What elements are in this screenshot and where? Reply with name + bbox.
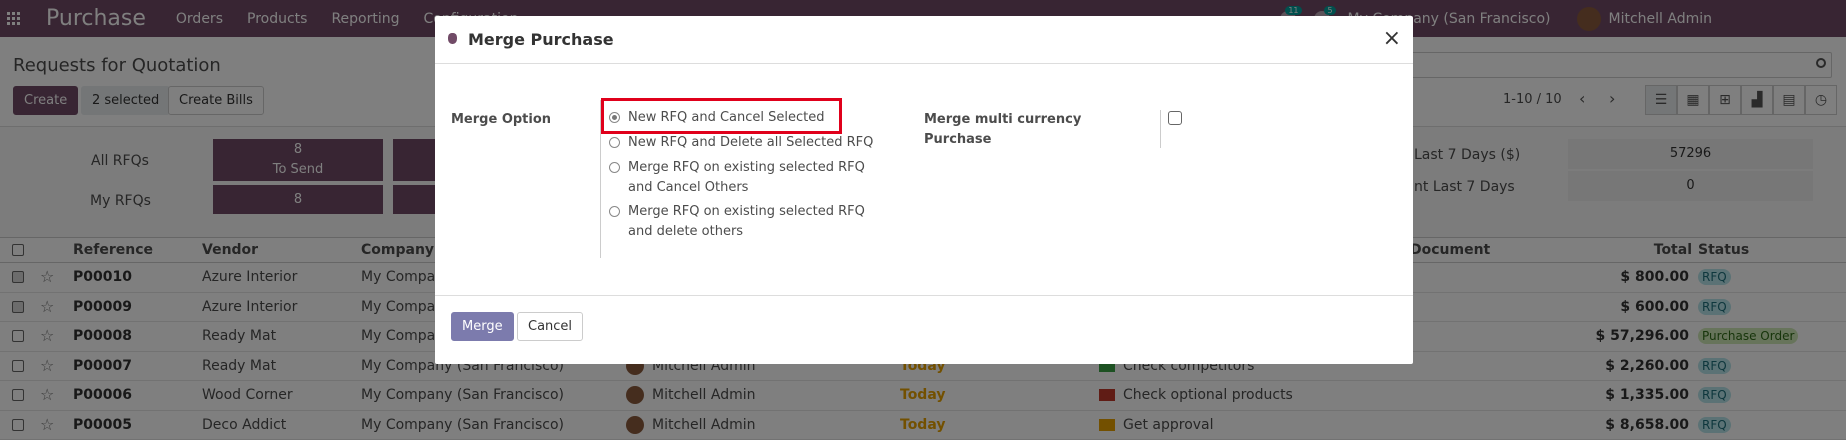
- multi-currency-label-1: Merge multi currency: [924, 112, 1082, 127]
- radio-option-3[interactable]: [609, 162, 620, 173]
- radio-option-4[interactable]: [609, 206, 620, 217]
- option-label-3b: and Cancel Others: [628, 180, 749, 195]
- option-merge-delete[interactable]: Merge RFQ on existing selected RFQ and d…: [609, 202, 865, 242]
- option-label-2: New RFQ and Delete all Selected RFQ: [628, 135, 874, 150]
- bug-icon: [448, 33, 457, 44]
- option-label-4a: Merge RFQ on existing selected RFQ: [628, 204, 865, 219]
- option-new-rfq-delete[interactable]: New RFQ and Delete all Selected RFQ: [609, 133, 873, 153]
- cancel-button[interactable]: Cancel: [517, 312, 584, 341]
- currency-divider: [1160, 110, 1161, 148]
- multi-currency-label-2: Purchase: [924, 132, 992, 147]
- merge-button[interactable]: Merge: [451, 312, 514, 341]
- option-label-4b: and delete others: [628, 224, 744, 239]
- radio-option-2[interactable]: [609, 137, 620, 148]
- merge-purchase-dialog: Merge Purchase × Merge Option New RFQ an…: [435, 16, 1413, 364]
- close-icon[interactable]: ×: [1383, 26, 1401, 51]
- option-label-3a: Merge RFQ on existing selected RFQ: [628, 160, 865, 175]
- selected-option-highlight: [601, 98, 842, 134]
- multi-currency-checkbox[interactable]: [1168, 111, 1182, 125]
- dialog-footer: Merge Cancel: [435, 295, 1413, 364]
- dialog-title: Merge Purchase: [468, 30, 614, 49]
- option-merge-cancel[interactable]: Merge RFQ on existing selected RFQ and C…: [609, 158, 865, 198]
- merge-option-label: Merge Option: [451, 112, 552, 127]
- dialog-header: Merge Purchase ×: [435, 16, 1413, 64]
- multi-currency-label: Merge multi currency Purchase: [924, 110, 1081, 150]
